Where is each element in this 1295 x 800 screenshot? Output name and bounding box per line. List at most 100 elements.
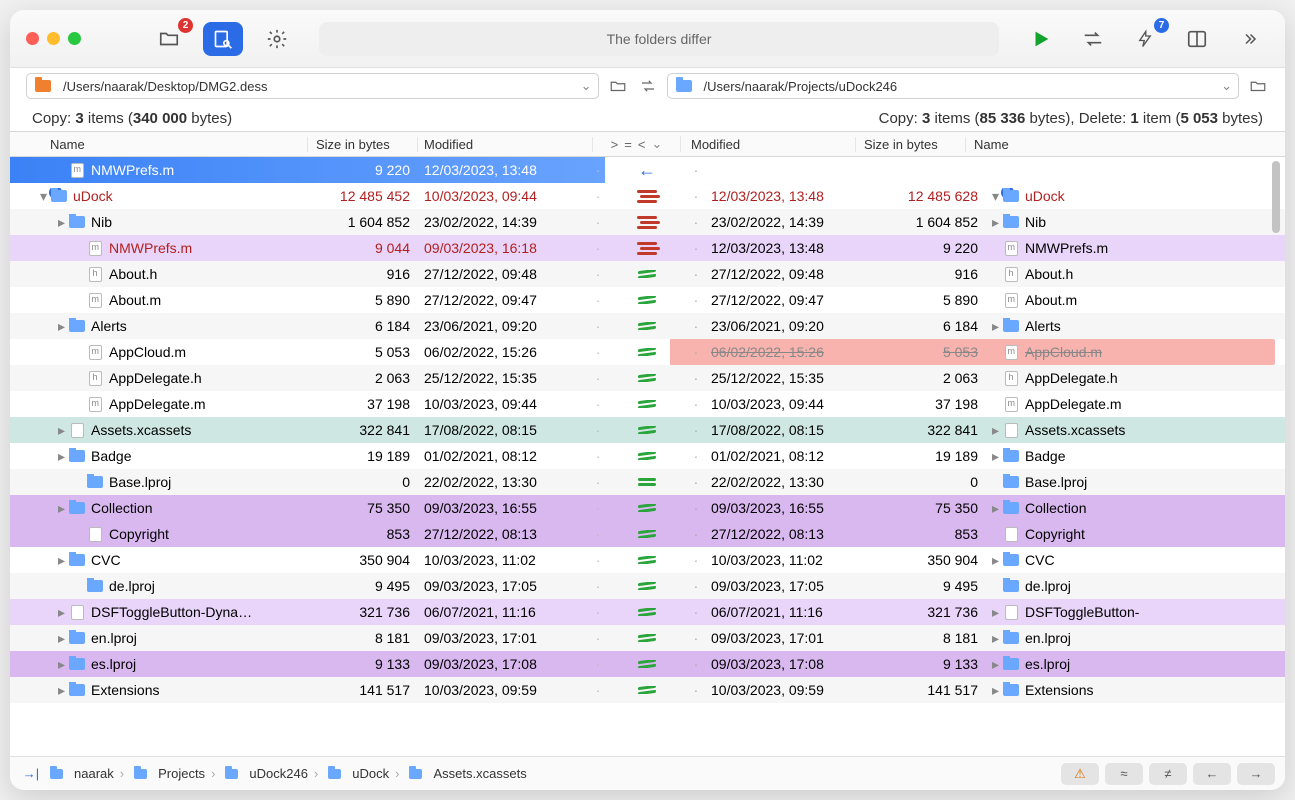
panels-button[interactable] <box>1177 22 1217 56</box>
table-row[interactable]: ▸Badge19 18901/02/2021, 08:12··01/02/202… <box>10 443 1285 469</box>
approx-equal-icon <box>638 400 656 408</box>
approx-equal-icon <box>638 322 656 330</box>
path-right[interactable]: /Users/naarak/Projects/uDock246 ⌄ <box>667 73 1240 99</box>
file-name: About.h <box>1025 266 1073 282</box>
file-name: Collection <box>1025 500 1086 516</box>
approx-equal-icon <box>638 556 656 564</box>
open-left-button[interactable] <box>607 75 629 97</box>
file-name: DSFToggleButton- <box>1025 604 1139 620</box>
header-size[interactable]: Size in bytes <box>856 137 966 152</box>
file-list[interactable]: NMWPrefs.m9 22012/03/2023, 13:48·←·▾2uDo… <box>10 157 1285 756</box>
status-title: The folders differ <box>319 22 999 56</box>
file-name: Badge <box>91 448 131 464</box>
file-name: de.lproj <box>109 578 155 594</box>
jump-button[interactable]: →| <box>20 763 42 785</box>
approx-equal-icon <box>638 296 656 304</box>
table-row[interactable]: ▸CVC350 90410/03/2023, 11:02··10/03/2023… <box>10 547 1285 573</box>
table-row[interactable]: ▸DSFToggleButton-Dyna…321 73606/07/2021,… <box>10 599 1285 625</box>
file-name: CVC <box>1025 552 1055 568</box>
zoom-icon[interactable] <box>68 32 81 45</box>
file-name: Collection <box>91 500 152 516</box>
table-row[interactable]: ▸es.lproj9 13309/03/2023, 17:08··09/03/2… <box>10 651 1285 677</box>
sync-button[interactable] <box>1073 22 1113 56</box>
file-name: NMWPrefs.m <box>1025 240 1108 256</box>
file-name: AppDelegate.h <box>1025 370 1118 386</box>
table-row[interactable]: Base.lproj022/02/2022, 13:30··22/02/2022… <box>10 469 1285 495</box>
file-name: About.m <box>1025 292 1077 308</box>
dmg-icon <box>35 80 51 92</box>
table-row[interactable]: ▸Collection75 35009/03/2023, 16:55··09/0… <box>10 495 1285 521</box>
header-size[interactable]: Size in bytes <box>308 137 418 152</box>
table-row[interactable]: ▸Alerts6 18423/06/2021, 09:20··23/06/202… <box>10 313 1285 339</box>
table-row[interactable]: NMWPrefs.m9 22012/03/2023, 13:48·←· <box>10 157 1285 183</box>
file-name: Base.lproj <box>109 474 171 490</box>
file-name: AppDelegate.m <box>1025 396 1122 412</box>
equal-icon <box>638 478 656 486</box>
file-name: Alerts <box>1025 318 1061 334</box>
file-name: AppDelegate.h <box>109 370 202 386</box>
copy-left-icon: ← <box>638 160 656 181</box>
table-row[interactable]: ▸en.lproj8 18109/03/2023, 17:01··09/03/2… <box>10 625 1285 651</box>
approx-equal-icon <box>638 374 656 382</box>
summary-left: Copy: 3 items (340 000 bytes) <box>32 110 879 127</box>
footer-button[interactable]: ≈ <box>1105 763 1143 785</box>
header-name[interactable]: Name <box>10 137 308 152</box>
table-row[interactable]: Copyright85327/12/2022, 08:13··27/12/202… <box>10 521 1285 547</box>
file-name: uDock <box>1025 188 1065 204</box>
table-row[interactable]: AppDelegate.m37 19810/03/2023, 09:44··10… <box>10 391 1285 417</box>
table-row[interactable]: de.lproj9 49509/03/2023, 17:05··09/03/20… <box>10 573 1285 599</box>
file-name: Copyright <box>1025 526 1085 542</box>
close-icon[interactable] <box>26 32 39 45</box>
table-row[interactable]: NMWPrefs.m9 04409/03/2023, 16:18··12/03/… <box>10 235 1285 261</box>
file-name: Assets.xcassets <box>91 422 191 438</box>
column-headers: Name Size in bytes Modified >=<⌄ Modifie… <box>10 131 1285 157</box>
file-name: Nib <box>1025 214 1046 230</box>
file-name: Copyright <box>109 526 169 542</box>
summary-bar: Copy: 3 items (340 000 bytes) Copy: 3 it… <box>10 104 1285 131</box>
minimize-icon[interactable] <box>47 32 60 45</box>
table-row[interactable]: AppCloud.m5 05306/02/2022, 15:26··06/02/… <box>10 339 1285 365</box>
bolt-button[interactable]: 7 <box>1125 22 1165 56</box>
overflow-button[interactable] <box>1229 22 1269 56</box>
swap-button[interactable] <box>637 75 659 97</box>
footer-button[interactable]: ≠ <box>1149 763 1187 785</box>
badge: 7 <box>1154 18 1169 33</box>
inspect-button[interactable] <box>203 22 243 56</box>
header-compare[interactable]: >=<⌄ <box>593 136 681 152</box>
breadcrumb[interactable]: naarak›Projects›uDock246›uDock›Assets.xc… <box>46 766 527 782</box>
table-row[interactable]: ▸Assets.xcassets322 84117/08/2022, 08:15… <box>10 417 1285 443</box>
table-row[interactable]: About.h91627/12/2022, 09:48··27/12/2022,… <box>10 261 1285 287</box>
table-row[interactable]: AppDelegate.h2 06325/12/2022, 15:35··25/… <box>10 365 1285 391</box>
footer: →| naarak›Projects›uDock246›uDock›Assets… <box>10 756 1285 790</box>
badge: 2 <box>178 18 193 33</box>
path-bar: /Users/naarak/Desktop/DMG2.dess ⌄ /Users… <box>10 68 1285 104</box>
header-modified[interactable]: Modified <box>418 137 593 152</box>
table-row[interactable]: ▸Extensions141 51710/03/2023, 09:59··10/… <box>10 677 1285 703</box>
file-name: Nib <box>91 214 112 230</box>
settings-button[interactable] <box>257 22 297 56</box>
file-name: AppCloud.m <box>109 344 186 360</box>
file-name: DSFToggleButton-Dyna… <box>91 604 252 620</box>
approx-equal-icon <box>638 452 656 460</box>
file-name: Extensions <box>1025 682 1093 698</box>
header-modified[interactable]: Modified <box>681 137 856 152</box>
approx-equal-icon <box>638 582 656 590</box>
file-name: About.m <box>109 292 161 308</box>
chevron-down-icon[interactable]: ⌄ <box>1221 78 1232 94</box>
footer-button[interactable]: → <box>1237 763 1275 785</box>
table-row[interactable]: ▸Nib1 604 85223/02/2022, 14:39··23/02/20… <box>10 209 1285 235</box>
path-left[interactable]: /Users/naarak/Desktop/DMG2.dess ⌄ <box>26 73 599 99</box>
footer-button[interactable]: ← <box>1193 763 1231 785</box>
open-right-button[interactable] <box>1247 75 1269 97</box>
table-row[interactable]: About.m5 89027/12/2022, 09:47··27/12/202… <box>10 287 1285 313</box>
chevron-down-icon[interactable]: ⌄ <box>581 78 592 94</box>
footer-button[interactable]: ⚠ <box>1061 763 1099 785</box>
file-name: en.lproj <box>91 630 137 646</box>
file-name: uDock <box>73 188 113 204</box>
table-row[interactable]: ▾2uDock12 485 45210/03/2023, 09:44··12/0… <box>10 183 1285 209</box>
folder-badge-button[interactable]: 2 <box>149 22 189 56</box>
header-name[interactable]: Name <box>966 137 1285 152</box>
approx-equal-icon <box>638 348 656 356</box>
run-button[interactable] <box>1021 22 1061 56</box>
file-name: Extensions <box>91 682 159 698</box>
